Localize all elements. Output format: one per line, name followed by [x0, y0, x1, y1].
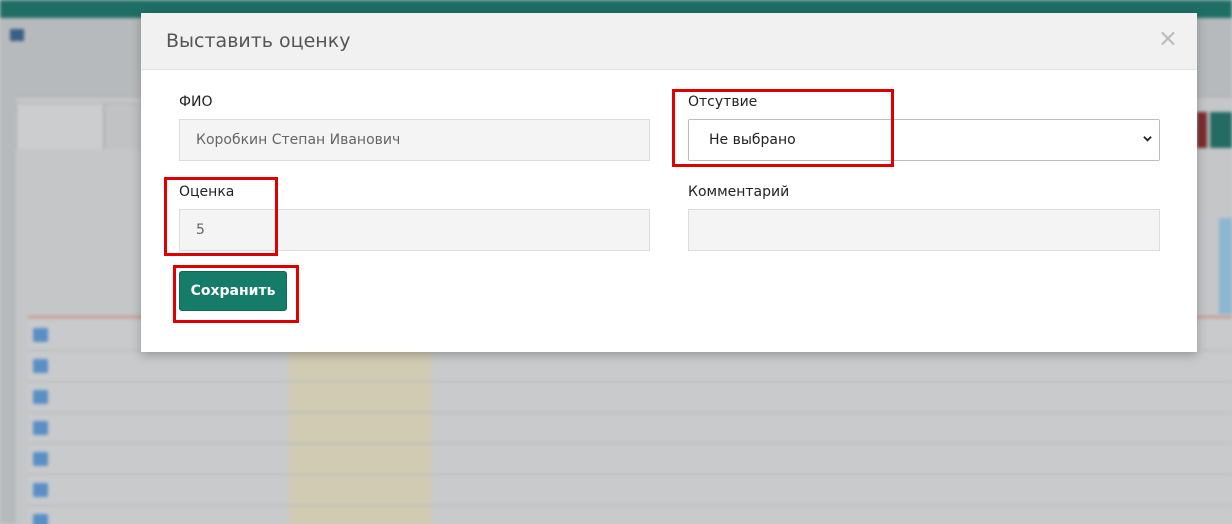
modal-header: Выставить оценку × — [141, 13, 1197, 70]
table-row — [28, 475, 1232, 506]
comment-field[interactable] — [688, 209, 1160, 251]
bg-tab-grades — [16, 103, 104, 149]
checkbox-icon — [33, 359, 48, 373]
table-row — [28, 506, 1232, 524]
absence-selected-value: Не выбрано — [709, 132, 796, 148]
comment-input[interactable] — [705, 210, 1143, 250]
checkbox-icon — [33, 390, 48, 404]
bg-cells — [288, 413, 432, 443]
close-icon[interactable]: × — [1158, 26, 1178, 50]
fio-field: Коробкин Степан Иванович — [179, 119, 650, 161]
chevron-down-icon — [1143, 136, 1152, 142]
bg-accent — [1197, 112, 1207, 148]
save-button[interactable]: Сохранить — [179, 271, 287, 311]
bg-cells — [288, 506, 432, 524]
table-row — [28, 351, 1232, 382]
table-row — [28, 444, 1232, 475]
checkbox-icon — [33, 328, 48, 342]
comment-label: Комментарий — [688, 184, 790, 200]
absence-select[interactable]: Не выбрано — [688, 119, 1160, 161]
checkbox-icon — [33, 483, 48, 497]
grade-modal: Выставить оценку × ФИО Коробкин Степан И… — [141, 13, 1197, 352]
modal-title: Выставить оценку — [166, 30, 351, 52]
bg-cells — [288, 475, 432, 505]
bg-cells — [288, 444, 432, 474]
bg-accent — [1210, 112, 1232, 148]
bg-cells — [288, 382, 432, 412]
absence-label: Отсутвие — [688, 94, 758, 110]
grade-input[interactable] — [196, 210, 633, 250]
bg-cells — [288, 351, 432, 381]
grade-field[interactable] — [179, 209, 650, 251]
fio-label: ФИО — [179, 94, 213, 110]
grade-label: Оценка — [179, 184, 235, 200]
fio-value: Коробкин Степан Иванович — [196, 132, 401, 148]
checkbox-icon — [33, 421, 48, 435]
bg-accent — [1219, 218, 1232, 314]
bg-breadcrumb — [10, 24, 32, 45]
table-row — [28, 413, 1232, 444]
home-icon — [10, 29, 24, 41]
checkbox-icon — [33, 514, 48, 524]
table-row — [28, 382, 1232, 413]
checkbox-icon — [33, 452, 48, 466]
